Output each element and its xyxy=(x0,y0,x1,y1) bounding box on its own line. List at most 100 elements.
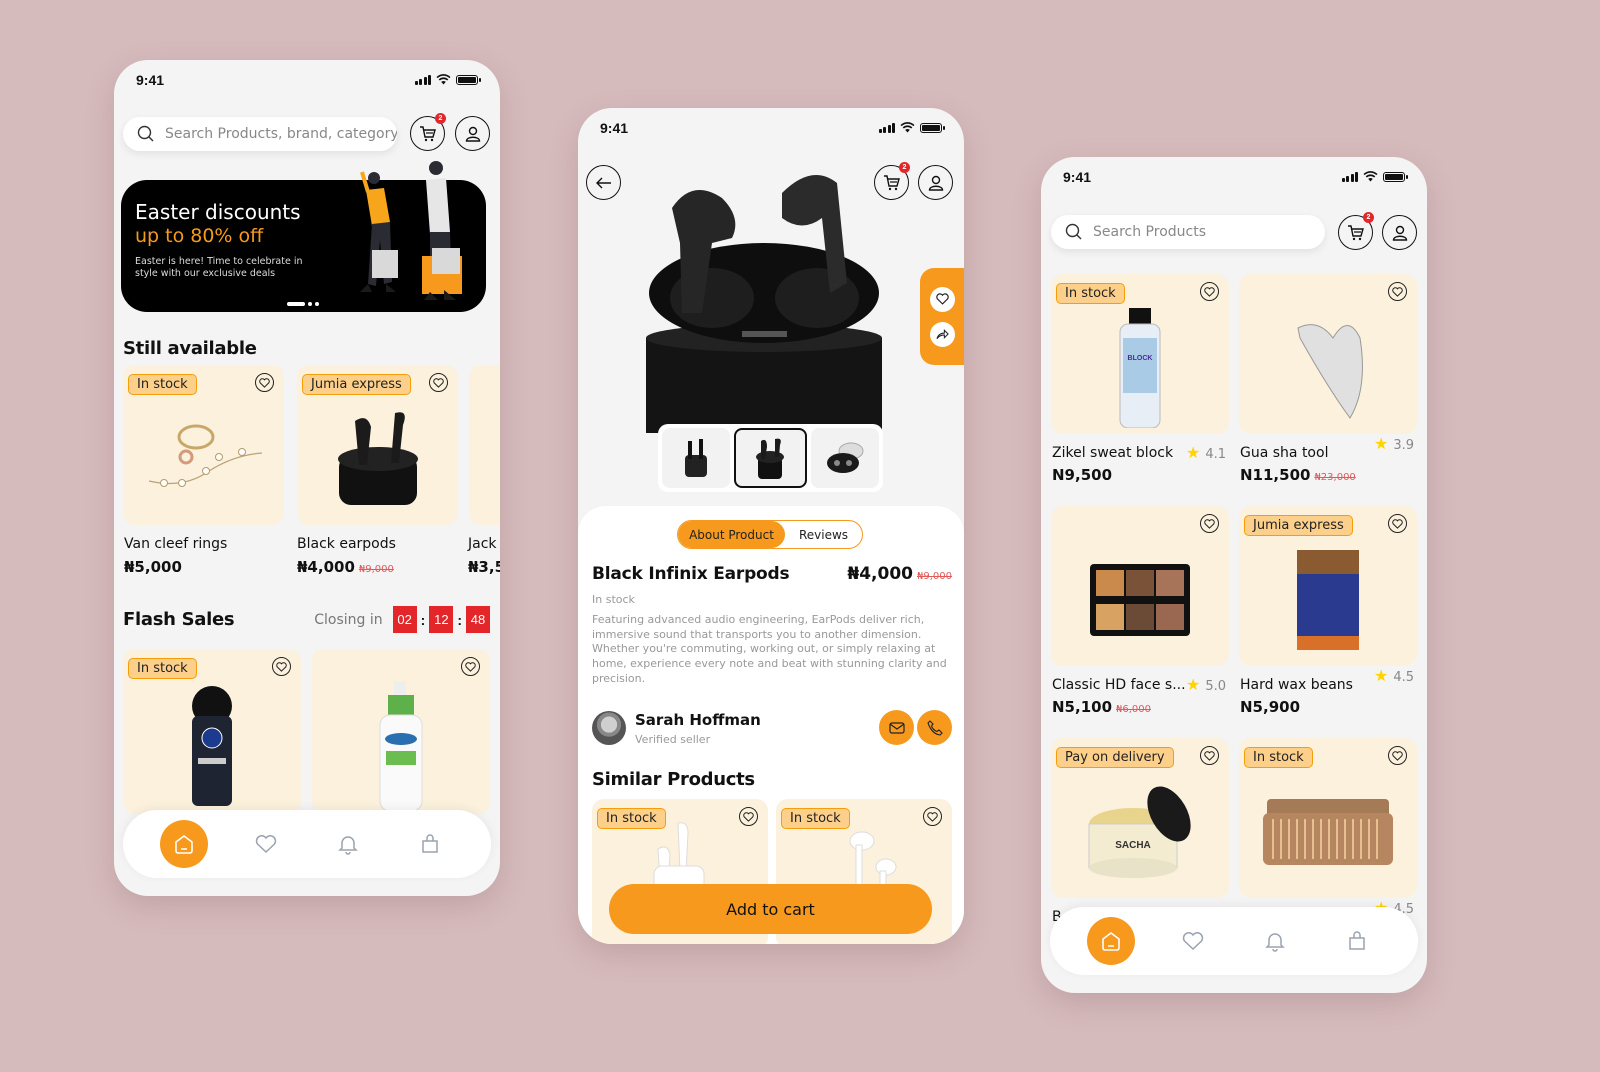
price-current: N5,100 xyxy=(1052,698,1112,716)
message-seller-button[interactable] xyxy=(879,710,914,745)
product-rating: ★ 4.1 xyxy=(1186,443,1226,462)
product-price: ₦4,000 ₦9,000 xyxy=(847,564,952,584)
price-current: N11,500 xyxy=(1240,466,1311,484)
user-icon xyxy=(1392,225,1407,241)
rating-value: 4.1 xyxy=(1205,447,1226,462)
product-card[interactable]: In stock xyxy=(123,365,284,525)
product-hero-image xyxy=(646,175,882,433)
back-button[interactable] xyxy=(586,165,621,200)
status-time: 9:41 xyxy=(136,72,165,88)
promo-banner[interactable]: Easter discounts up to 80% off Easter is… xyxy=(121,161,486,312)
call-seller-button[interactable] xyxy=(917,710,952,745)
nav-home[interactable] xyxy=(1087,917,1135,965)
status-icons xyxy=(1341,171,1408,182)
cart-button[interactable]: 2 xyxy=(410,113,446,151)
product-tag: Pay on delivery xyxy=(1056,747,1174,768)
product-price: N5,900 xyxy=(1240,698,1300,716)
thumbnail[interactable] xyxy=(662,428,731,488)
product-card[interactable] xyxy=(1051,506,1229,666)
cart-badge: 2 xyxy=(899,162,910,173)
carousel-dot-active[interactable] xyxy=(287,302,305,306)
section-title-similar-products: Similar Products xyxy=(592,769,755,790)
product-image-rings xyxy=(123,393,284,525)
product-price: N5,100 ₦6,000 xyxy=(1052,698,1151,716)
product-price: ₦3,5 xyxy=(468,558,500,576)
product-card[interactable]: In stock BLOCK xyxy=(1051,274,1229,434)
favorite-button[interactable] xyxy=(1200,746,1219,765)
product-tag: In stock xyxy=(128,658,197,679)
star-icon: ★ xyxy=(1373,434,1389,453)
heart-icon xyxy=(259,377,270,388)
bag-icon xyxy=(422,834,438,853)
product-card[interactable]: Jumia express xyxy=(297,365,458,525)
favorite-button[interactable] xyxy=(1200,514,1219,533)
heart-icon xyxy=(927,811,938,822)
product-card[interactable]: In stock xyxy=(1239,738,1417,898)
product-card[interactable]: Pay on delivery SACHA xyxy=(1051,738,1229,898)
profile-button[interactable] xyxy=(455,116,490,151)
profile-button[interactable] xyxy=(918,165,953,200)
nav-favorites[interactable] xyxy=(1169,917,1217,965)
signal-icon xyxy=(878,122,895,133)
favorite-button[interactable] xyxy=(929,286,955,312)
favorite-button[interactable] xyxy=(255,373,274,392)
favorite-button[interactable] xyxy=(739,807,758,826)
carousel-dot[interactable] xyxy=(315,302,319,306)
add-to-cart-button[interactable]: Add to cart xyxy=(609,884,932,934)
nav-home[interactable] xyxy=(160,820,208,868)
product-rating: ★ 4.5 xyxy=(1374,666,1414,685)
search-bar[interactable] xyxy=(123,117,397,151)
product-tag: In stock xyxy=(128,374,197,395)
product-tag: In stock xyxy=(781,808,850,829)
nav-notifications[interactable] xyxy=(324,820,372,868)
search-bar[interactable] xyxy=(1051,215,1325,249)
thumbnail[interactable] xyxy=(810,428,879,488)
seller-name: Sarah Hoffman xyxy=(635,711,761,729)
carousel-dots[interactable] xyxy=(287,302,319,306)
product-image xyxy=(1239,534,1417,666)
favorite-button[interactable] xyxy=(1388,282,1407,301)
tab-about-product[interactable]: About Product xyxy=(678,521,785,548)
flash-sale-card[interactable] xyxy=(312,649,490,814)
product-image: BLOCK xyxy=(1051,302,1229,434)
carousel-dot[interactable] xyxy=(308,302,312,306)
product-description: Featuring advanced audio engineering, Ea… xyxy=(592,613,947,685)
svg-text:BLOCK: BLOCK xyxy=(1128,355,1153,362)
user-icon xyxy=(928,175,943,191)
product-card[interactable] xyxy=(469,365,500,525)
nav-notifications[interactable] xyxy=(1251,917,1299,965)
favorite-button[interactable] xyxy=(272,657,291,676)
favorite-button[interactable] xyxy=(923,807,942,826)
timer-hours: 02 xyxy=(392,606,417,633)
product-name: Jack xyxy=(468,536,497,552)
rating-value: 5.0 xyxy=(1205,679,1226,694)
favorite-button[interactable] xyxy=(1388,746,1407,765)
image-thumbnails xyxy=(658,424,883,492)
heart-icon xyxy=(433,377,444,388)
profile-button[interactable] xyxy=(1382,215,1417,250)
favorite-button[interactable] xyxy=(461,657,480,676)
detail-tabs: About Product Reviews xyxy=(677,520,863,549)
favorite-button[interactable] xyxy=(429,373,448,392)
product-tag: In stock xyxy=(1244,747,1313,768)
mail-icon xyxy=(888,721,905,734)
wifi-icon xyxy=(1363,171,1378,182)
product-detail-sheet: About Product Reviews Black Infinix Earp… xyxy=(578,506,964,944)
product-name: Gua sha tool xyxy=(1240,445,1329,461)
nav-bag[interactable] xyxy=(1333,917,1381,965)
nav-bag[interactable] xyxy=(406,820,454,868)
banner-subtitle: up to 80% off xyxy=(135,225,264,247)
favorite-button[interactable] xyxy=(1200,282,1219,301)
flash-sale-card[interactable]: In stock xyxy=(123,649,301,814)
favorite-button[interactable] xyxy=(1388,514,1407,533)
nav-favorites[interactable] xyxy=(242,820,290,868)
search-input[interactable] xyxy=(1093,224,1325,240)
share-button[interactable] xyxy=(929,321,955,347)
product-card[interactable]: Jumia express xyxy=(1239,506,1417,666)
battery-icon xyxy=(456,74,481,85)
product-card[interactable] xyxy=(1239,274,1417,434)
tab-reviews[interactable]: Reviews xyxy=(785,521,862,548)
thumbnail-selected[interactable] xyxy=(734,428,807,488)
search-input[interactable] xyxy=(165,126,397,142)
cart-button[interactable]: 2 xyxy=(1338,212,1374,250)
